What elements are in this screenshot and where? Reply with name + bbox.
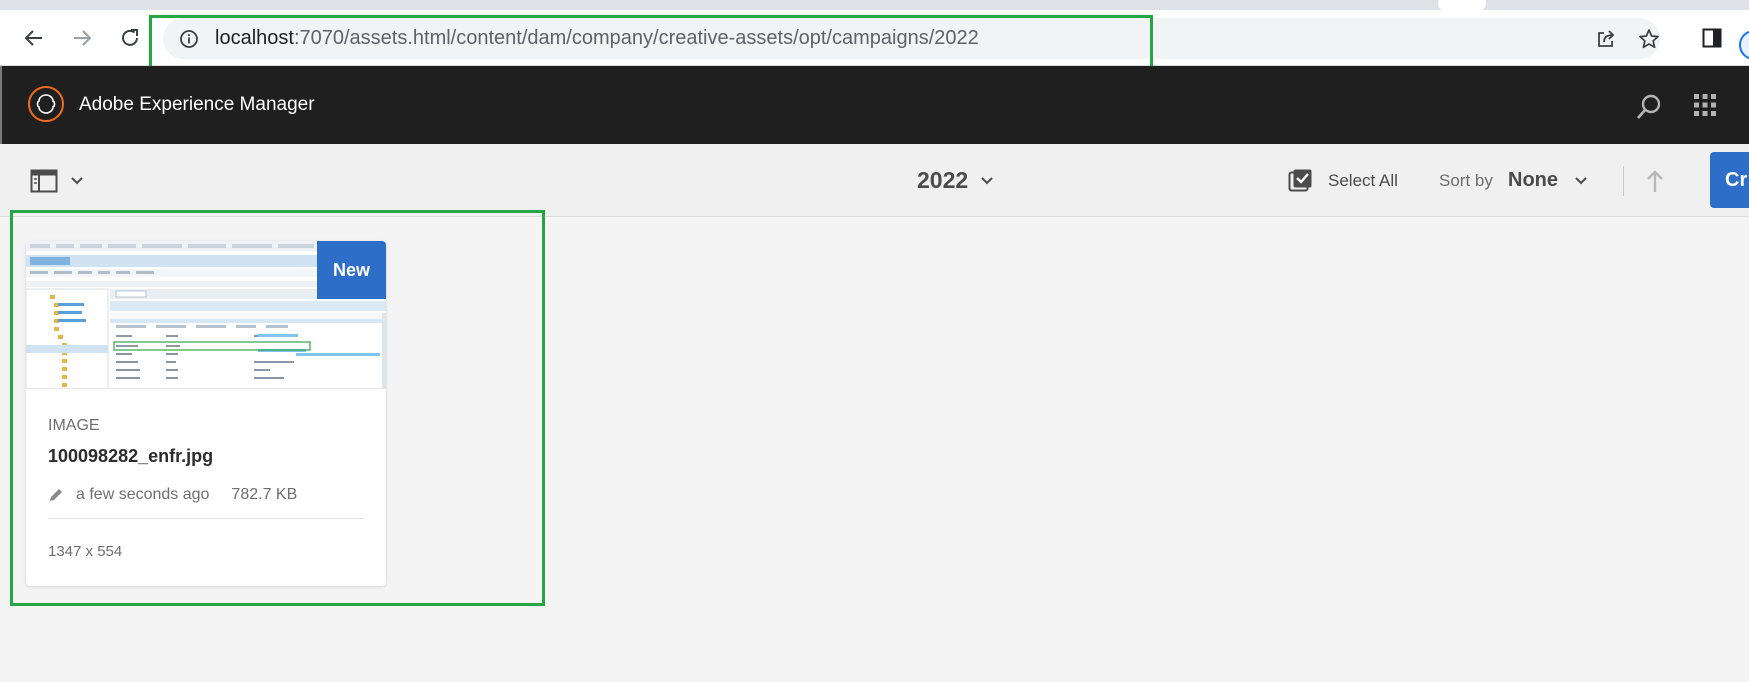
select-all-label: Select All [1328,171,1398,190]
share-icon[interactable] [1595,28,1617,50]
file-size: 782.7 KB [231,486,298,503]
aem-global-header: Adobe Experience Manager [0,66,1749,144]
select-all-button[interactable]: Select All [1288,166,1398,196]
chevron-down-icon [981,176,993,184]
folder-title-dropdown[interactable]: 2022 [917,144,994,217]
asset-card[interactable]: New IMAGE 100098282_enfr.jpg a few secon… [26,241,386,586]
asset-type: IMAGE [48,417,100,434]
aem-logo-icon[interactable] [28,86,64,122]
info-icon[interactable] [179,29,199,49]
back-button[interactable] [18,22,50,54]
chevron-down-icon [71,177,83,185]
rail-panel-icon [30,169,58,193]
new-badge: New [317,241,386,299]
profile-avatar[interactable] [1739,30,1749,60]
apps-grid-icon[interactable] [1693,93,1717,117]
asset-thumbnail[interactable]: New [26,241,386,389]
sort-direction-up-icon[interactable] [1644,168,1666,194]
pencil-icon [50,489,62,501]
forward-button[interactable] [66,22,98,54]
checkbox-stack-icon [1288,169,1312,192]
asset-dimensions: 1347 x 554 [48,543,123,560]
app-title[interactable]: Adobe Experience Manager [79,66,315,144]
forward-icon [74,30,92,46]
sort-dropdown[interactable]: None [1508,144,1588,217]
aem-logo-glyph [36,94,56,114]
action-bar: 2022 Select All Sort by None Cr [0,144,1749,217]
reload-button[interactable] [114,22,146,54]
url-path: :7070/assets.html/content/dam/company/cr… [293,27,979,49]
address-bar[interactable]: localhost:7070/assets.html/content/dam/c… [163,18,1660,59]
back-icon [24,30,42,46]
modified-time: a few seconds ago [76,486,210,503]
sort-by-label: Sort by [1439,171,1493,190]
active-tab-edge[interactable] [1438,0,1486,10]
sort-value: None [1508,169,1558,191]
url-host: localhost [215,27,294,49]
rail-toggle-button[interactable] [30,166,94,196]
browser-tab-strip [0,0,1749,10]
card-divider [48,518,364,519]
chevron-down-icon [1575,176,1587,184]
create-button[interactable]: Cr [1710,152,1749,208]
url-text[interactable]: localhost:7070/assets.html/content/dam/c… [215,18,979,59]
toolbar-divider [1623,166,1624,196]
folder-title: 2022 [917,167,969,193]
sidepanel-icon[interactable] [1702,28,1722,48]
reload-icon [122,29,138,46]
star-icon[interactable] [1638,28,1660,50]
search-icon[interactable] [1634,92,1664,122]
browser-toolbar: localhost:7070/assets.html/content/dam/c… [0,10,1749,66]
asset-name[interactable]: 100098282_enfr.jpg [48,446,213,467]
asset-meta: a few seconds ago 782.7 KB [48,485,297,505]
